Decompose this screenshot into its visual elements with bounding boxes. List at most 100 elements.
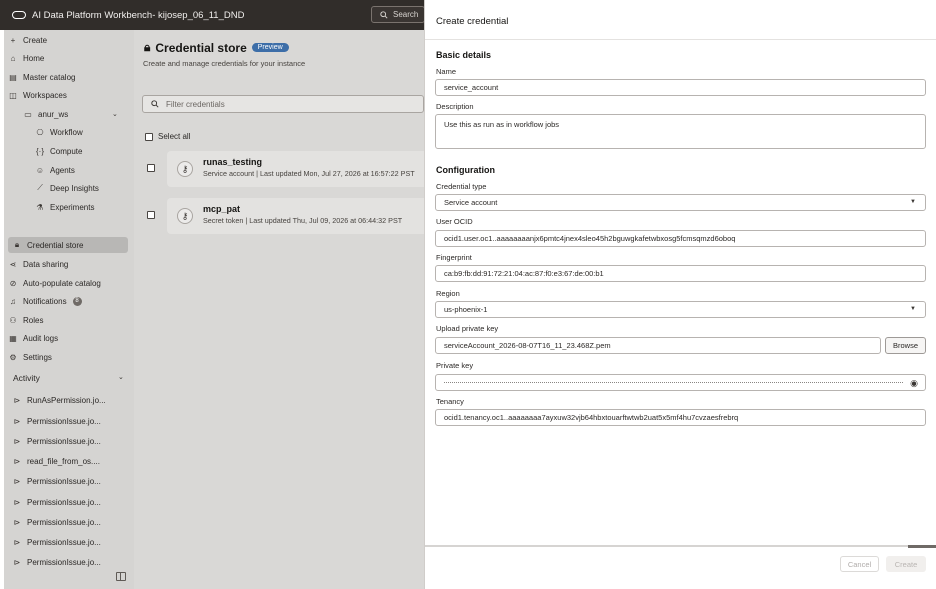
roles-icon: ⚇ (9, 315, 17, 325)
sidebar-item-agents[interactable]: ☺ Agents (36, 162, 75, 178)
activity-item[interactable]: ⊳ PermissionIssue.jo... (13, 554, 101, 570)
sidebar-item-notifications[interactable]: ♫ Notifications 8 (9, 293, 82, 309)
name-input[interactable]: service_account (435, 79, 926, 96)
sidebar-item-audit-logs[interactable]: ▦ Audit logs (9, 330, 58, 346)
activity-item-label: PermissionIssue.jo... (27, 476, 101, 486)
sidebar-item-settings[interactable]: ⚙ Settings (9, 349, 52, 365)
credential-type-select[interactable]: Service account ▼ (435, 194, 926, 211)
sidebar-item-label: Deep Insights (50, 183, 99, 193)
browse-button[interactable]: Browse (885, 337, 926, 354)
sidebar-item-label: Create (23, 35, 48, 45)
sidebar: + Create ⌂ Home ▤ Master catalog ◫ Works… (4, 30, 134, 589)
row-checkbox[interactable] (147, 164, 155, 172)
activity-item[interactable]: ⊳ RunAsPermission.jo... (13, 392, 106, 408)
select-all[interactable]: Select all (145, 132, 190, 141)
bell-icon: ♫ (10, 296, 16, 306)
fingerprint-label: Fingerprint (436, 253, 472, 262)
row-checkbox[interactable] (147, 211, 155, 219)
filter-placeholder: Filter credentials (166, 99, 225, 109)
activity-item[interactable]: ⊳ read_file_from_os.... (13, 453, 100, 469)
activity-item[interactable]: ⊳ PermissionIssue.jo... (13, 473, 101, 489)
agents-icon: ☺ (35, 165, 45, 175)
sidebar-item-label: Agents (50, 165, 75, 175)
key-icon: ⚷ (177, 161, 193, 177)
activity-item-label: PermissionIssue.jo... (27, 497, 101, 507)
sidebar-item-data-sharing[interactable]: ⋖ Data sharing (9, 256, 69, 272)
folder-icon: ▭ (24, 109, 32, 119)
filter-credentials-input[interactable]: Filter credentials (142, 95, 424, 113)
sidebar-item-workspaces[interactable]: ◫ Workspaces (9, 87, 67, 103)
description-textarea[interactable]: Use this as run as in workflow jobs (435, 114, 926, 149)
audit-icon: ▦ (9, 333, 17, 343)
sidebar-item-label: Audit logs (23, 333, 59, 343)
job-run-icon: ⊳ (13, 497, 21, 507)
activity-item[interactable]: ⊳ PermissionIssue.jo... (13, 494, 101, 510)
credential-name[interactable]: runas_testing (203, 157, 262, 167)
region-value: us-phoenix-1 (444, 305, 488, 314)
activity-item-label: PermissionIssue.jo... (27, 517, 101, 527)
drawer-header: Create credential (425, 0, 936, 40)
activity-item[interactable]: ⊳ PermissionIssue.jo... (13, 413, 101, 429)
sidebar-item-auto-populate[interactable]: ⊘ Auto-populate catalog (9, 275, 101, 291)
sidebar-item-master-catalog[interactable]: ▤ Master catalog (9, 69, 75, 85)
drawer-scrollbar-thumb[interactable] (908, 545, 936, 548)
select-all-checkbox[interactable] (145, 132, 153, 141)
sidebar-item-credential-store[interactable]: 🔒︎ Credential store (8, 237, 128, 253)
credential-card[interactable]: ⚷ mcp_pat Secret token | Last updated Th… (167, 198, 424, 234)
sidebar-item-label: Credential store (27, 240, 84, 250)
region-label: Region (436, 289, 460, 298)
activity-item[interactable]: ⊳ PermissionIssue.jo... (13, 433, 101, 449)
eye-icon[interactable]: ◉ (910, 378, 918, 389)
credential-name[interactable]: mcp_pat (203, 204, 240, 214)
fingerprint-input[interactable]: ca:b9:fb:dd:91:72:21:04:ac:87:f0:e3:67:d… (435, 265, 926, 282)
sidebar-item-home[interactable]: ⌂ Home (9, 50, 45, 66)
key-icon: ⚷ (177, 208, 193, 224)
main-content: 🔒︎ Credential store Preview Create and m… (134, 30, 424, 589)
search-icon (151, 100, 159, 108)
search-icon (380, 10, 388, 19)
configuration-heading: Configuration (436, 165, 495, 175)
activity-chevron-down-icon[interactable]: ⌄ (118, 373, 124, 381)
page-title: 🔒︎ Credential store Preview (144, 40, 289, 55)
caret-down-icon: ▼ (910, 306, 916, 312)
chevron-down-icon[interactable]: ⌄ (112, 110, 118, 118)
sidebar-item-deep-insights[interactable]: ⟋ Deep Insights (36, 180, 99, 196)
activity-item-label: PermissionIssue.jo... (27, 537, 101, 547)
collapse-sidebar-icon[interactable] (116, 572, 126, 581)
workspace-anur-ws[interactable]: ▭ anur_ws (24, 106, 68, 122)
cancel-button[interactable]: Cancel (840, 556, 879, 572)
activity-item-label: PermissionIssue.jo... (27, 436, 101, 446)
sidebar-item-workflow[interactable]: ⎔ Workflow (36, 124, 83, 140)
catalog-icon: ▤ (9, 72, 17, 82)
sidebar-item-compute[interactable]: {·} Compute (36, 143, 82, 159)
sidebar-item-roles[interactable]: ⚇ Roles (9, 312, 43, 328)
create-credential-drawer: Create credential Basic details Name ser… (424, 0, 936, 589)
create-button[interactable]: Create (886, 556, 926, 572)
global-search[interactable]: Search (371, 6, 425, 23)
drawer-title: Create credential (436, 16, 509, 27)
name-label: Name (436, 67, 457, 76)
activity-item-label: RunAsPermission.jo... (27, 395, 106, 405)
app-title: AI Data Platform Workbench- kijosep_06_1… (32, 9, 245, 21)
masked-value (444, 382, 903, 383)
private-key-input[interactable]: ◉ (435, 374, 926, 391)
activity-item[interactable]: ⊳ PermissionIssue.jo... (13, 534, 101, 550)
credential-card[interactable]: ⚷ runas_testing Service account | Last u… (167, 151, 424, 187)
job-run-icon: ⊳ (13, 517, 21, 527)
gear-icon: ⚙ (9, 352, 17, 362)
sidebar-item-experiments[interactable]: ⚗ Experiments (36, 199, 94, 215)
experiments-icon: ⚗ (36, 202, 44, 212)
sidebar-item-create[interactable]: + Create (9, 32, 47, 48)
user-ocid-input[interactable]: ocid1.user.oc1..aaaaaaaanjx6pmtc4jnex4sl… (435, 230, 926, 247)
activity-item-label: PermissionIssue.jo... (27, 416, 101, 426)
sidebar-item-label: Auto-populate catalog (23, 278, 101, 288)
region-select[interactable]: us-phoenix-1 ▼ (435, 301, 926, 318)
activity-item-label: read_file_from_os.... (27, 456, 100, 466)
workspaces-icon: ◫ (9, 90, 17, 100)
sidebar-item-label: Data sharing (23, 259, 69, 269)
activity-item[interactable]: ⊳ PermissionIssue.jo... (13, 514, 101, 530)
tenancy-input[interactable]: ocid1.tenancy.oc1..aaaaaaaa7ayxuw32vjb64… (435, 409, 926, 426)
activity-title: Activity (13, 373, 40, 383)
job-run-icon: ⊳ (13, 537, 21, 547)
private-key-label: Private key (436, 361, 474, 370)
